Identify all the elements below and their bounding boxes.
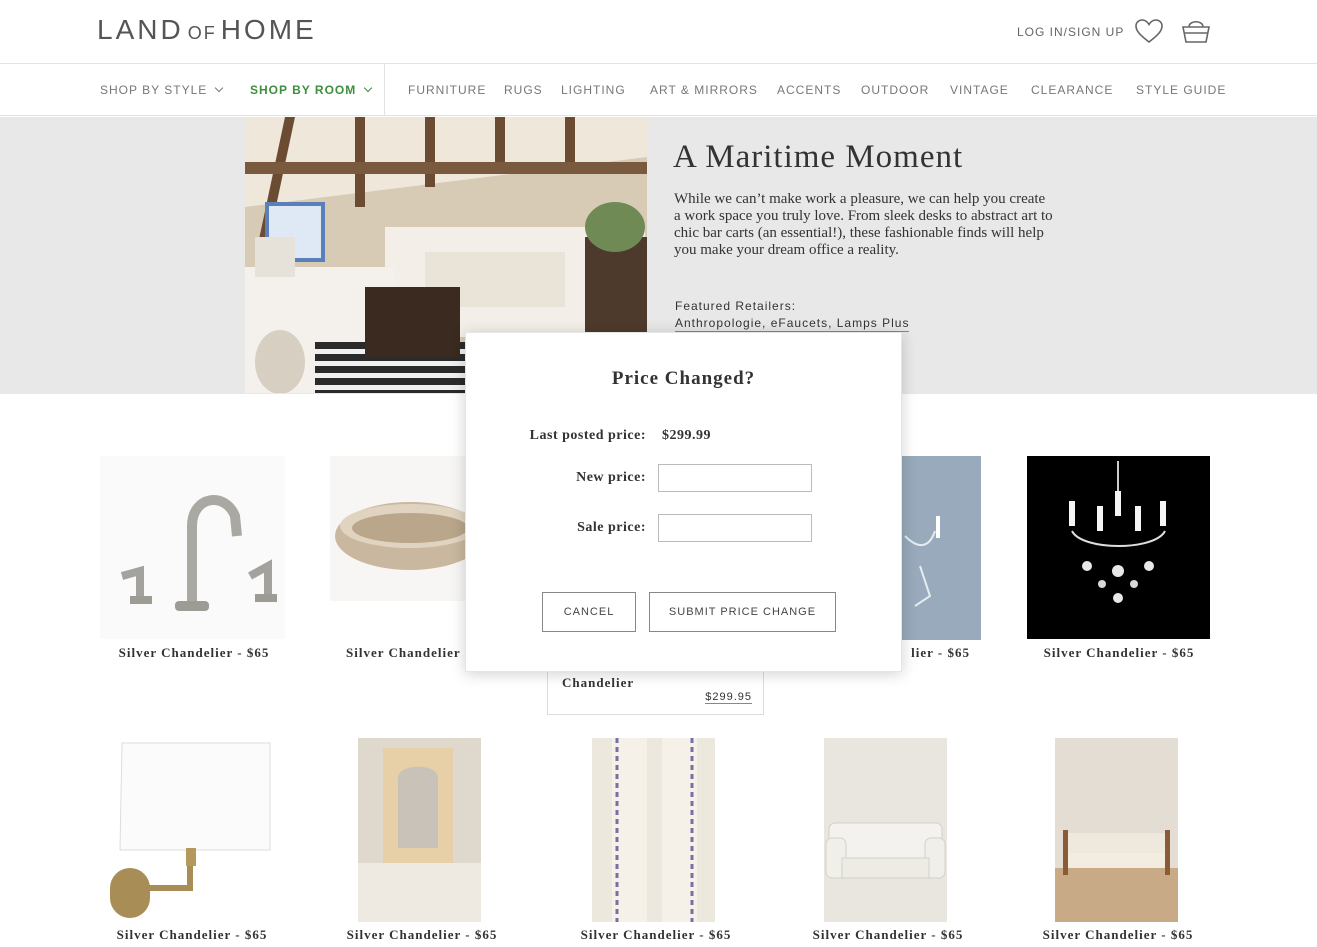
tufted-sofa-image[interactable] xyxy=(824,738,947,922)
nav-accents[interactable]: ACCENTS xyxy=(777,83,841,97)
product-caption: Silver Chandelier - $65 xyxy=(346,927,498,942)
product-caption: Silver Chandelier - $65 xyxy=(116,927,268,942)
featured-retailers-links[interactable]: Anthropologie, eFaucets, Lamps Plus xyxy=(675,316,910,332)
nav-shop-by-room-label: SHOP BY ROOM xyxy=(250,83,357,97)
last-posted-price-label: Last posted price: xyxy=(529,428,646,443)
nav-furniture[interactable]: FURNITURE xyxy=(408,83,486,97)
main-nav: SHOP BY STYLE SHOP BY ROOM FURNITURE RUG… xyxy=(0,64,1317,116)
price-change-modal: Price Changed? Last posted price: $299.9… xyxy=(465,332,902,672)
logo-word-land: LAND xyxy=(97,14,184,45)
basket-icon[interactable] xyxy=(1180,16,1212,44)
new-price-label: New price: xyxy=(576,470,646,485)
nav-rugs[interactable]: RUGS xyxy=(504,83,543,97)
sale-price-input[interactable] xyxy=(658,514,812,542)
modal-title: Price Changed? xyxy=(611,368,756,389)
mirror-mantel-image[interactable] xyxy=(358,738,481,922)
nav-lighting[interactable]: LIGHTING xyxy=(561,83,626,97)
curtain-image[interactable] xyxy=(592,738,715,922)
submit-price-change-button[interactable]: SUBMIT PRICE CHANGE xyxy=(649,592,836,632)
nav-divider xyxy=(384,64,385,116)
product-caption: Silver Chandelier - $65 xyxy=(812,927,964,942)
chevron-down-icon xyxy=(364,83,373,93)
sale-price-label: Sale price: xyxy=(577,520,646,535)
nav-clearance[interactable]: CLEARANCE xyxy=(1031,83,1113,97)
nav-shop-by-room[interactable]: SHOP BY ROOM xyxy=(250,83,373,97)
nav-art-mirrors[interactable]: ART & MIRRORS xyxy=(650,83,758,97)
new-price-input[interactable] xyxy=(658,464,812,492)
stone-bowl-image[interactable] xyxy=(330,456,465,601)
nav-outdoor[interactable]: OUTDOOR xyxy=(861,83,929,97)
product-caption: Silver Chandelier - $65 xyxy=(580,927,732,942)
site-header: LAND OF HOME LOG IN/SIGN UP xyxy=(0,0,1317,64)
wood-sofa-image[interactable] xyxy=(1055,738,1178,922)
hero-description: While we can’t make work a pleasure, we … xyxy=(674,191,1053,258)
logo-word-of: OF xyxy=(187,23,217,43)
nav-shop-by-style[interactable]: SHOP BY STYLE xyxy=(100,83,224,97)
wall-sconce-image[interactable] xyxy=(110,738,272,922)
logo-word-home: HOME xyxy=(220,14,317,45)
site-logo[interactable]: LAND OF HOME xyxy=(97,14,317,46)
nav-style-guide[interactable]: STYLE GUIDE xyxy=(1136,83,1226,97)
product-card-peek[interactable]: Chandelier $299.95 xyxy=(547,665,764,715)
heart-icon[interactable] xyxy=(1134,18,1164,44)
product-caption: Silver Chandelier - $65 xyxy=(118,645,270,660)
last-posted-price-value: $299.99 xyxy=(662,428,711,443)
nav-vintage[interactable]: VINTAGE xyxy=(950,83,1009,97)
cancel-button[interactable]: CANCEL xyxy=(542,592,636,632)
chevron-down-icon xyxy=(215,83,224,93)
faucet-image[interactable] xyxy=(100,456,285,639)
nav-shop-by-style-label: SHOP BY STYLE xyxy=(100,83,208,97)
featured-retailers-label: Featured Retailers: xyxy=(675,299,797,313)
crystal-chandelier-image[interactable] xyxy=(1027,456,1210,639)
login-signup-link[interactable]: LOG IN/SIGN UP xyxy=(1017,25,1124,39)
product-caption: Silver Chandelier - $65 xyxy=(1042,927,1194,942)
chandelier-blue-image[interactable] xyxy=(900,456,981,640)
peek-card-title: Chandelier xyxy=(562,675,635,690)
product-caption: Silver Chandelier - $65 xyxy=(1043,645,1195,660)
hero-title: A Maritime Moment xyxy=(673,139,964,175)
peek-card-price[interactable]: $299.95 xyxy=(705,691,752,704)
